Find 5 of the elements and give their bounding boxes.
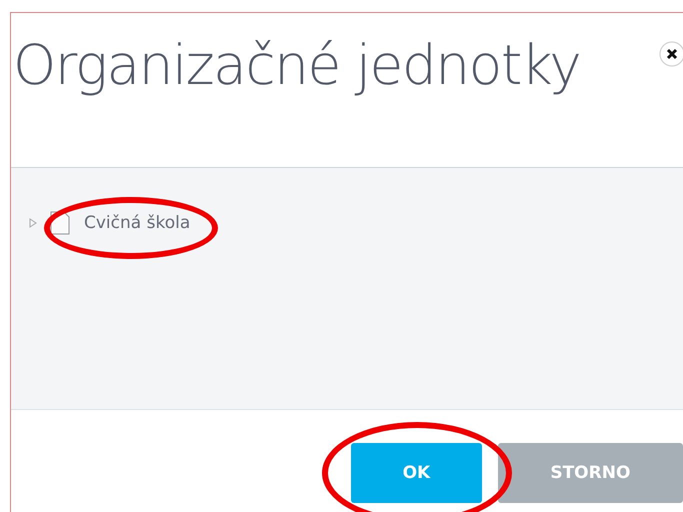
tree-item[interactable]: Cvičná škola — [84, 213, 190, 233]
dialog-title: Organizačné jednotky — [12, 32, 580, 97]
close-icon[interactable] — [659, 41, 683, 67]
dialog-button[interactable]: STORNO — [498, 443, 683, 503]
dialog-button[interactable]: OK — [351, 443, 482, 503]
